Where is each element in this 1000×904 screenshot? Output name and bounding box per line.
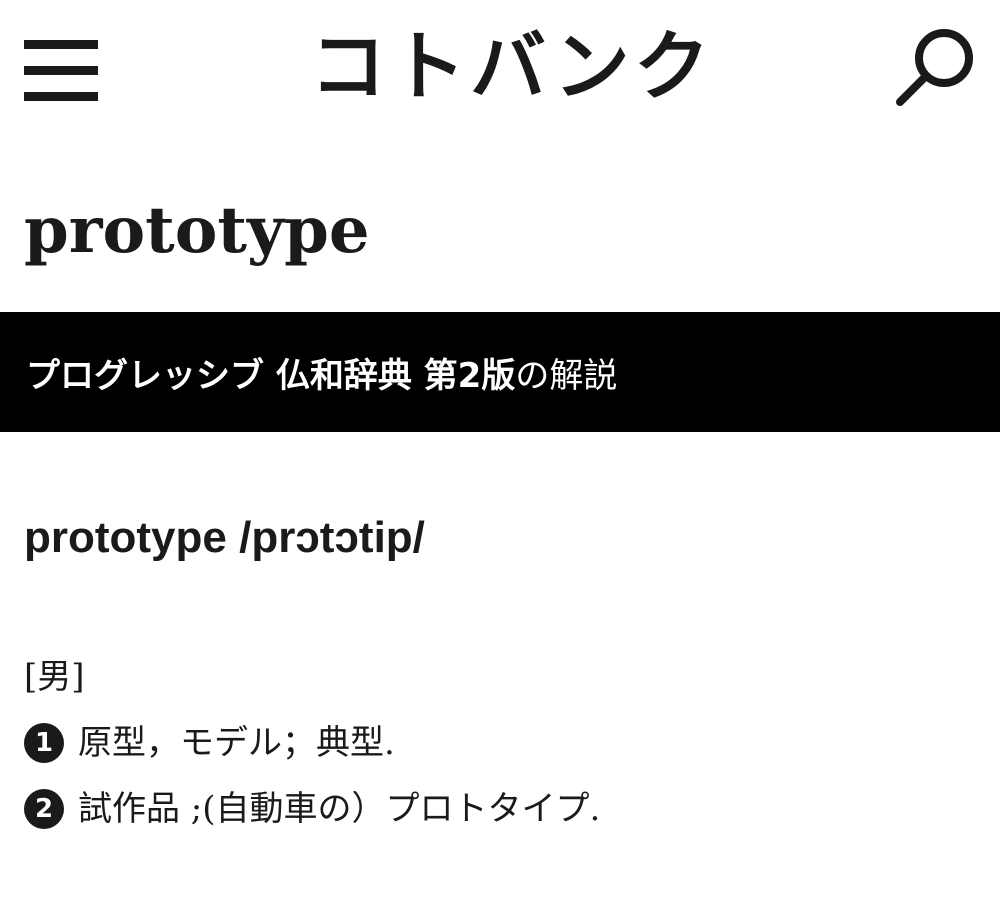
entry-gender: [男] bbox=[24, 657, 85, 697]
sense-item: 1 原型，モデル；典型. bbox=[24, 710, 600, 776]
hamburger-menu-icon[interactable] bbox=[24, 40, 98, 104]
menu-bar-middle bbox=[24, 66, 98, 75]
sense-text: 原型，モデル；典型. bbox=[78, 723, 395, 763]
header: コトバンク bbox=[0, 0, 1000, 140]
page: コトバンク prototype プログレッシブ 仏和辞典 第2版 の解説 prot… bbox=[0, 0, 1000, 904]
sense-number-badge: 1 bbox=[24, 723, 64, 763]
sense-text: 試作品 ;(自動車の）プロトタイプ. bbox=[78, 789, 601, 829]
entry-headword: prototype /prɔtɔtip/ bbox=[24, 513, 425, 562]
entry-body: [男] 1 原型，モデル；典型. 2 試作品 ;(自動車の）プロトタイプ. bbox=[24, 644, 600, 842]
site-logo[interactable]: コトバンク bbox=[310, 22, 710, 112]
menu-bar-bottom bbox=[24, 92, 98, 101]
dictionary-name: プログレッシブ 仏和辞典 第2版 bbox=[26, 355, 516, 396]
sense-item: 2 試作品 ;(自動車の）プロトタイプ. bbox=[24, 776, 600, 842]
menu-bar-top bbox=[24, 40, 98, 49]
dictionary-suffix: の解説 bbox=[515, 355, 618, 396]
page-title: prototype bbox=[24, 193, 370, 268]
search-icon[interactable] bbox=[892, 24, 980, 108]
source-dictionary-bar: プログレッシブ 仏和辞典 第2版 の解説 bbox=[0, 312, 1000, 432]
sense-number-badge: 2 bbox=[24, 789, 64, 829]
